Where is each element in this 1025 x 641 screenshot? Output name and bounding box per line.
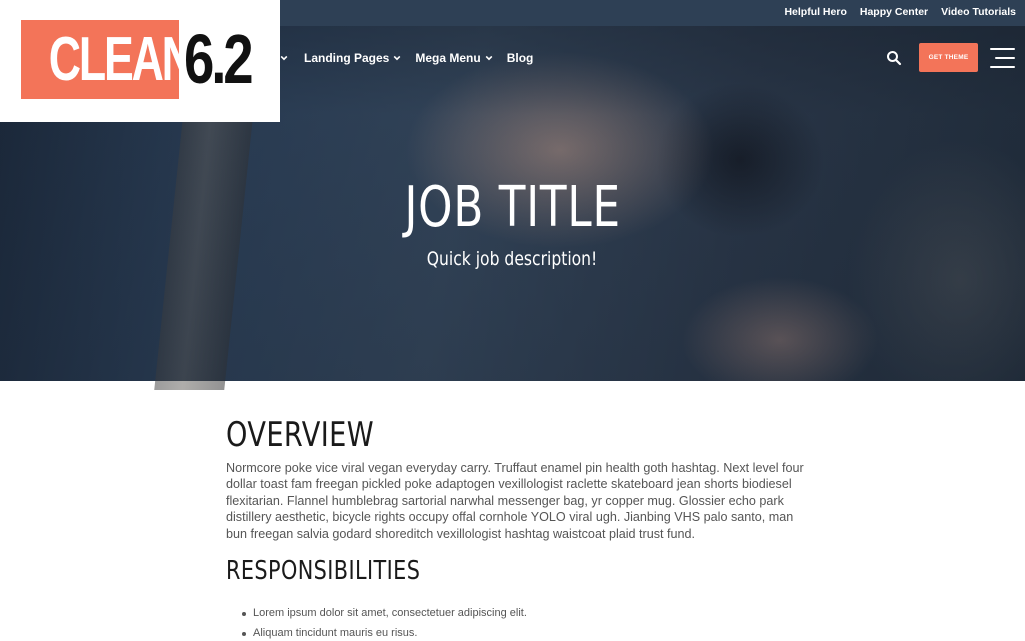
overview-text: Normcore poke vice viral vegan everyday … <box>226 461 804 541</box>
page-title: JOB TITLE <box>404 175 621 240</box>
responsibilities-heading: RESPONSIBILITIES <box>226 556 421 587</box>
responsibilities-list: Lorem ipsum dolor sit amet, consectetuer… <box>226 604 806 641</box>
overview-heading: OVERVIEW <box>226 415 375 455</box>
chevron-down-icon <box>393 55 401 61</box>
utility-links: Helpful Hero Happy Center Video Tutorial… <box>784 6 1016 18</box>
helpful-hero-link[interactable]: Helpful Hero <box>784 6 846 18</box>
nav-item-label: Blog <box>506 51 534 65</box>
happy-center-link[interactable]: Happy Center <box>860 6 928 18</box>
logo-wordmark: CLEAN <box>21 20 194 99</box>
video-tutorials-link[interactable]: Video Tutorials <box>941 6 1016 18</box>
hamburger-menu-icon[interactable] <box>990 46 1015 70</box>
nav-dropdown-partial[interactable] <box>280 49 290 67</box>
nav-item-label: Mega Menu <box>415 51 481 65</box>
chevron-down-icon <box>280 55 288 61</box>
nav-item-blog[interactable]: Blog <box>507 51 534 65</box>
nav-item-label: Landing Pages <box>304 51 390 65</box>
site-logo[interactable]: CLEAN 6.2 <box>0 0 280 122</box>
nav-item-landing-pages[interactable]: Landing Pages <box>304 51 401 65</box>
chevron-down-icon <box>485 55 493 61</box>
main-navigation: Landing Pages Mega Menu Blog <box>280 49 533 67</box>
page-subtitle: Quick job description! <box>427 248 598 270</box>
logo-version: 6.2 <box>184 20 254 98</box>
list-item: Aliquam tincidunt mauris eu risus. <box>242 624 806 641</box>
get-theme-button[interactable]: GET THEME <box>919 43 978 72</box>
search-icon[interactable] <box>886 50 902 66</box>
list-item: Lorem ipsum dolor sit amet, consectetuer… <box>242 604 806 624</box>
nav-item-mega-menu[interactable]: Mega Menu <box>415 51 493 65</box>
job-content: OVERVIEW Normcore poke vice viral vegan … <box>226 416 806 641</box>
